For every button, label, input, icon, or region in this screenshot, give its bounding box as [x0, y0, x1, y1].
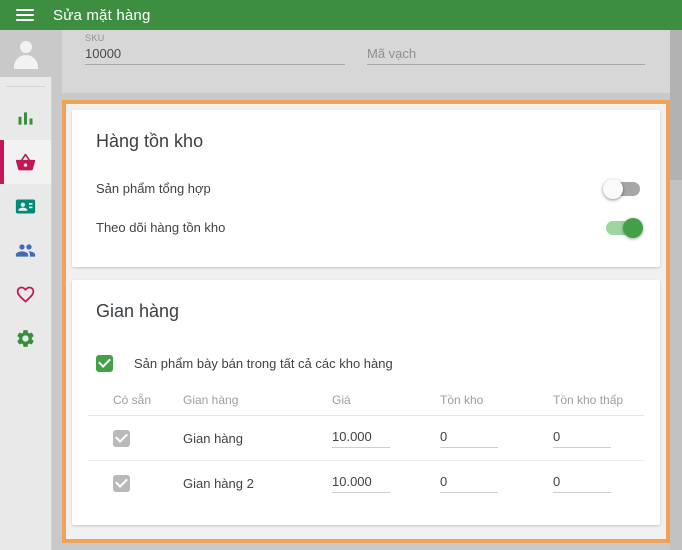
store-name: Gian hàng 2	[183, 475, 254, 491]
col-available: Có sẵn	[113, 393, 152, 407]
table-row: Gian hàng 2 10.000 0 0	[88, 461, 644, 505]
price-input[interactable]: 10.000	[332, 429, 390, 448]
sidebar-divider	[6, 86, 45, 87]
basket-icon	[15, 153, 36, 170]
inventory-section: Hàng tồn kho Sản phẩm tổng hợp Theo dõi …	[72, 110, 660, 267]
stock-input[interactable]: 0	[440, 474, 498, 493]
stores-table-header: Có sẵn Gian hàng Giá Tồn kho Tồn kho thấ…	[88, 385, 644, 416]
stock-input[interactable]: 0	[440, 429, 498, 448]
track-inventory-label: Theo dõi hàng tồn kho	[96, 220, 226, 235]
person-icon	[11, 39, 41, 69]
sku-label: SKU	[85, 33, 105, 43]
stores-section: Gian hàng Sản phẩm bày bán trong tất cả …	[72, 280, 660, 525]
sku-input[interactable]: 10000	[85, 44, 345, 63]
heart-icon	[16, 286, 35, 303]
sidebar-item-settings[interactable]	[0, 316, 51, 360]
bar-chart-icon	[18, 111, 33, 125]
col-stock: Tồn kho	[440, 393, 484, 407]
low-stock-input[interactable]: 0	[553, 429, 611, 448]
people-icon	[15, 243, 36, 257]
barcode-underline	[367, 64, 645, 65]
stores-table: Có sẵn Gian hàng Giá Tồn kho Tồn kho thấ…	[88, 385, 644, 505]
composite-product-row: Sản phẩm tổng hợp	[88, 169, 644, 208]
sidebar	[0, 30, 52, 550]
all-stores-label: Sản phẩm bày bán trong tất cả các kho hà…	[134, 355, 393, 371]
sidebar-item-customers[interactable]	[0, 228, 51, 272]
sku-underline	[85, 64, 345, 65]
scrollbar[interactable]	[670, 30, 682, 550]
highlight-box: Hàng tồn kho Sản phẩm tổng hợp Theo dõi …	[62, 100, 670, 543]
gear-icon	[17, 329, 34, 347]
track-inventory-toggle[interactable]	[606, 217, 643, 238]
inventory-section-title: Hàng tồn kho	[96, 131, 204, 151]
store-name: Gian hàng	[183, 430, 243, 446]
sidebar-item-employees[interactable]	[0, 184, 51, 228]
track-inventory-row: Theo dõi hàng tồn kho	[88, 208, 644, 247]
scrollbar-thumb[interactable]	[670, 30, 682, 180]
row-available-checkbox[interactable]	[113, 474, 130, 492]
menu-icon[interactable]	[16, 8, 34, 22]
row-available-checkbox[interactable]	[113, 429, 130, 447]
all-stores-row: Sản phẩm bày bán trong tất cả các kho hà…	[88, 353, 644, 373]
page-title: Sửa mặt hàng	[53, 6, 151, 24]
sidebar-item-favorites[interactable]	[0, 272, 51, 316]
composite-product-toggle[interactable]	[603, 178, 640, 199]
price-input[interactable]: 10.000	[332, 474, 390, 493]
all-stores-checkbox[interactable]	[96, 354, 113, 372]
col-low-stock: Tồn kho thấp	[553, 393, 624, 407]
col-store: Gian hàng	[183, 393, 239, 407]
barcode-input[interactable]: Mã vạch	[367, 44, 645, 63]
composite-product-label: Sản phẩm tổng hợp	[96, 181, 211, 196]
stores-section-title: Gian hàng	[96, 301, 180, 321]
item-form-card: SKU 10000 Mã vạch	[62, 30, 670, 93]
low-stock-input[interactable]: 0	[553, 474, 611, 493]
main-content: SKU 10000 Mã vạch Hàng tồn kho Sản phẩm …	[52, 30, 670, 550]
app-header: Sửa mặt hàng	[0, 0, 682, 30]
avatar[interactable]	[0, 30, 52, 77]
sidebar-item-items[interactable]	[0, 140, 51, 184]
col-price: Giá	[332, 393, 351, 407]
sidebar-item-reports[interactable]	[0, 96, 51, 140]
table-row: Gian hàng 10.000 0 0	[88, 416, 644, 461]
id-card-icon	[15, 199, 36, 213]
